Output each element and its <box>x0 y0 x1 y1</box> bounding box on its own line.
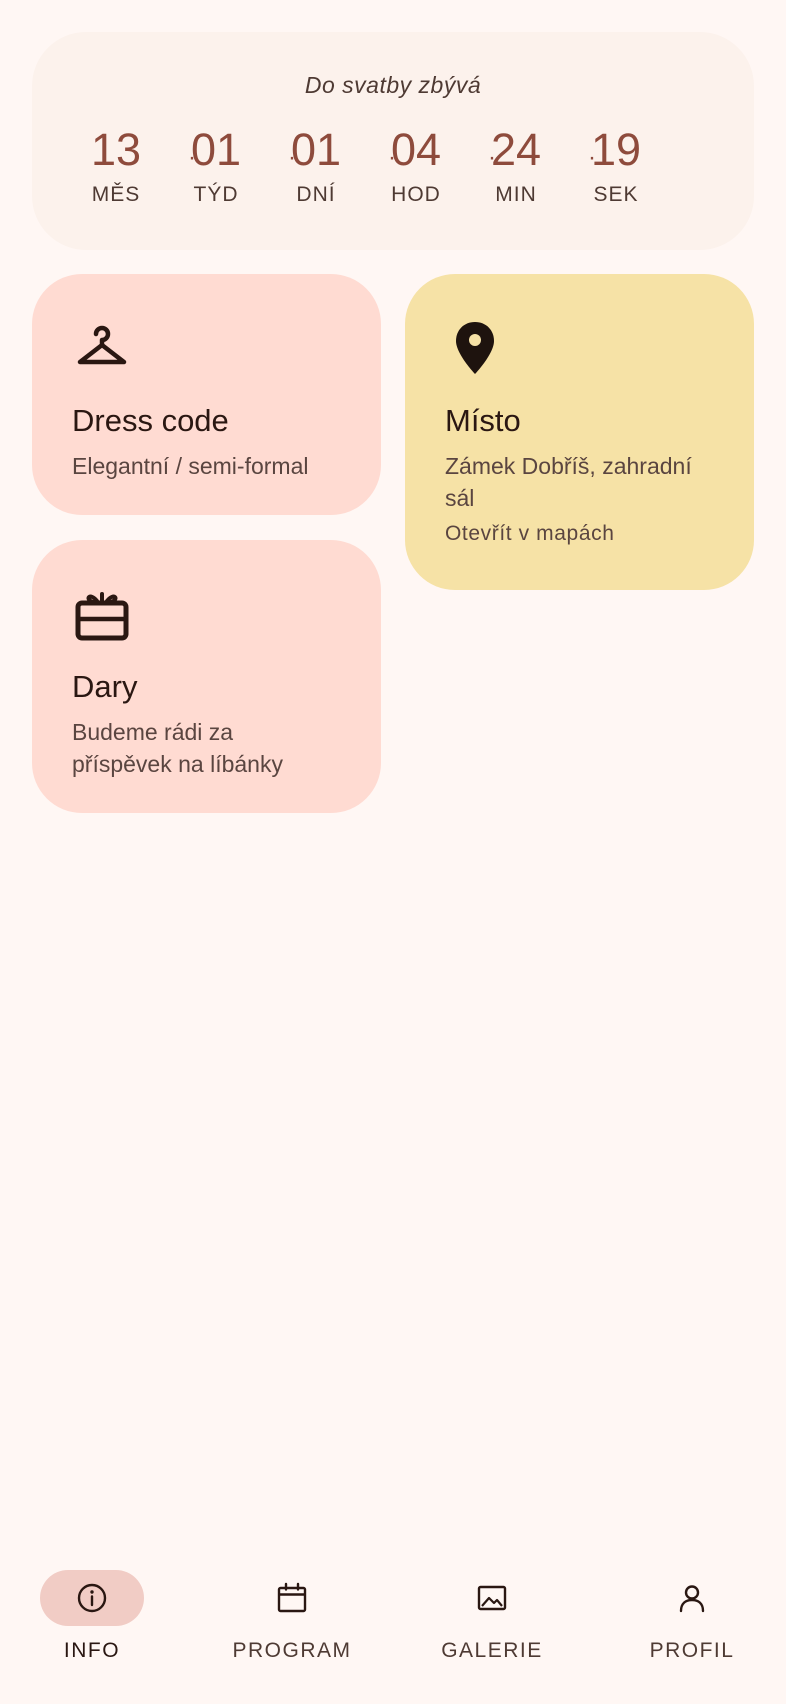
info-icon <box>77 1583 107 1613</box>
hanger-icon <box>77 325 127 365</box>
nav-active-indicator <box>40 1570 144 1626</box>
nav-item-profil[interactable]: PROFIL <box>602 1570 782 1690</box>
venue-card[interactable]: Místo Zámek Dobříš, zahradní sál Otevřít… <box>405 274 754 590</box>
dress-code-card[interactable]: Dress code Elegantní / semi-formal <box>32 274 381 515</box>
dress-code-title: Dress code <box>72 403 229 438</box>
nav-item-galerie[interactable]: GALERIE <box>402 1570 582 1690</box>
gifts-card[interactable]: Dary Budeme rádi za příspěvek na líbánky <box>32 540 381 813</box>
nav-icon-holder <box>440 1570 544 1626</box>
dress-code-subtitle: Elegantní / semi-formal <box>72 453 309 479</box>
person-icon <box>679 1585 705 1613</box>
nav-icon-holder <box>640 1570 744 1626</box>
countdown-seconds: 19 SEK <box>556 122 676 208</box>
countdown-card: Do svatby zbývá 13 MĚS · 01 TÝD · 01 DNÍ… <box>32 32 754 250</box>
countdown-title: Do svatby zbývá <box>304 72 482 98</box>
nav-label-profil: PROFIL <box>649 1639 735 1662</box>
open-in-maps-link[interactable]: Otevřít v mapách <box>445 520 615 548</box>
venue-title: Místo <box>445 403 521 438</box>
nav-label-galerie: GALERIE <box>441 1639 543 1662</box>
nav-item-info[interactable]: INFO <box>2 1570 182 1690</box>
gift-icon <box>75 592 129 641</box>
nav-icon-holder <box>240 1570 344 1626</box>
calendar-icon <box>277 1582 307 1613</box>
image-icon <box>477 1585 507 1611</box>
nav-item-program[interactable]: PROGRAM <box>202 1570 382 1690</box>
location-pin-icon <box>456 322 494 374</box>
gifts-title: Dary <box>72 669 138 704</box>
nav-label-program: PROGRAM <box>232 1639 352 1662</box>
gifts-subtitle: Budeme rádi za příspěvek na líbánky <box>72 719 283 777</box>
nav-label-info: INFO <box>63 1639 121 1662</box>
countdown-seconds-value: 19 <box>590 124 642 175</box>
bottom-navigation: INFO PROGRAM GALERIE PROFIL <box>0 1550 786 1704</box>
countdown-seconds-label: SEK <box>593 183 639 206</box>
venue-subtitle: Zámek Dobříš, zahradní sál <box>445 453 692 511</box>
